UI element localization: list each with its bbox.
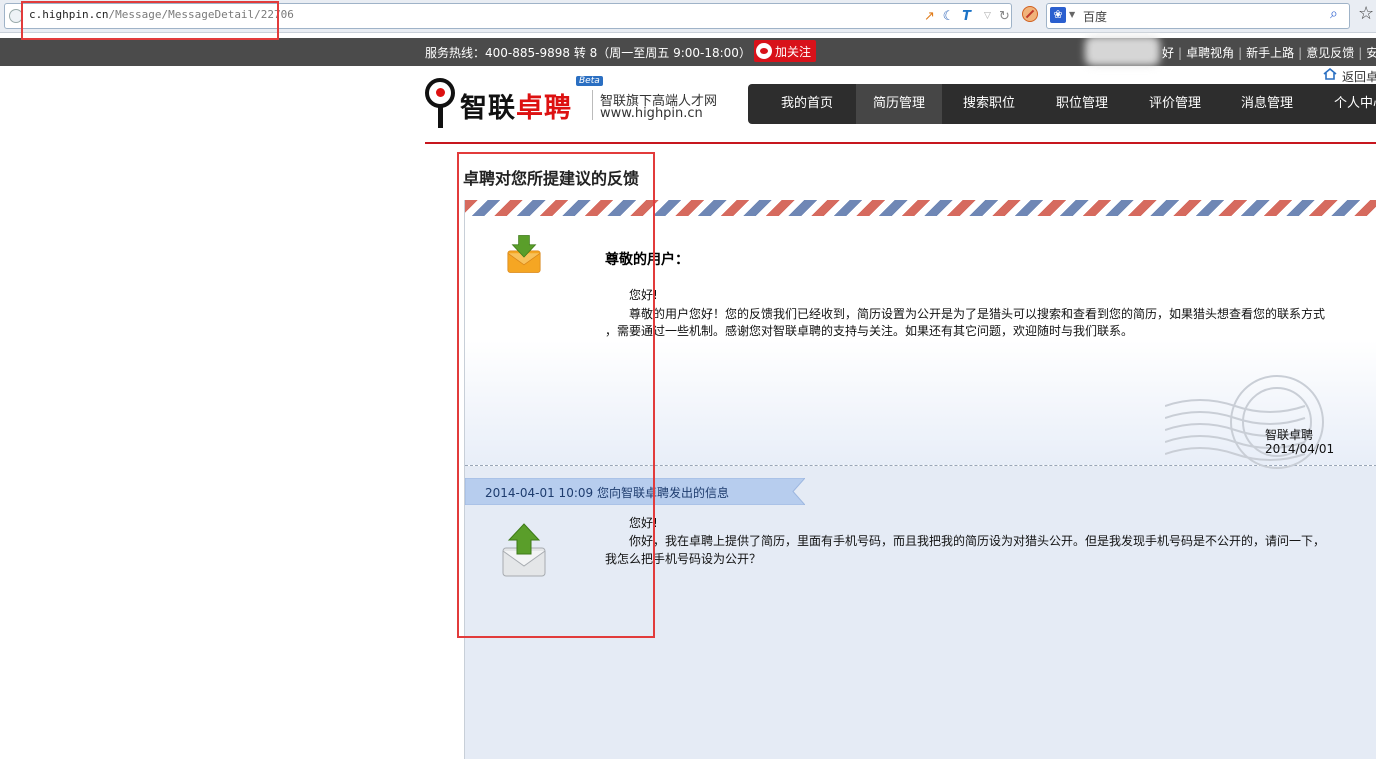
reply-line-1: 尊敬的用户您好！您的反馈我们已经收到，简历设置为公开是为了是猎头可以搜索和查看到… bbox=[629, 307, 1326, 321]
back-home-label: 返回卓 bbox=[1342, 70, 1376, 84]
weather-icon[interactable]: ↗ bbox=[922, 9, 937, 24]
search-box[interactable]: ❀ ▼ 百度 ⌕ bbox=[1046, 3, 1350, 29]
top-links: 好 | 卓聘视角 | 新手上路 | 意见反馈 | 安 bbox=[1162, 44, 1376, 61]
annotation-box-content bbox=[457, 152, 655, 638]
top-link-feedback[interactable]: 意见反馈 bbox=[1306, 46, 1354, 60]
header-divider bbox=[425, 142, 1376, 144]
reply-signature: 智联卓聘 bbox=[1265, 428, 1314, 442]
reply-date: 2014/04/01 bbox=[1265, 442, 1335, 456]
moon-icon[interactable]: ☾ bbox=[941, 9, 956, 24]
beta-badge: Beta bbox=[576, 76, 603, 86]
top-link-security[interactable]: 安 bbox=[1366, 46, 1376, 60]
logo-text-black: 智联 bbox=[460, 93, 516, 124]
site-logo[interactable]: 智联卓聘 Beta 智联旗下高端人才网 www.highpin.cn bbox=[425, 76, 745, 132]
postmark-stamp bbox=[1165, 375, 1324, 469]
weibo-follow-button[interactable]: 加关注 bbox=[754, 40, 816, 62]
t-icon[interactable]: T bbox=[959, 9, 974, 24]
blurred-username bbox=[1085, 36, 1160, 66]
magnifier-handle bbox=[438, 106, 443, 128]
star-icon[interactable]: ☆ bbox=[1358, 3, 1374, 24]
nav-review-management[interactable]: 评价管理 bbox=[1130, 84, 1220, 124]
nav-resume-management[interactable]: 简历管理 bbox=[856, 84, 942, 124]
magnifier-logo-icon bbox=[425, 78, 455, 108]
top-link-greeting: 好 bbox=[1162, 46, 1175, 60]
nav-search-jobs[interactable]: 搜索职位 bbox=[944, 84, 1034, 124]
top-link-newbie[interactable]: 新手上路 bbox=[1246, 46, 1294, 60]
refresh-icon[interactable]: ↻ bbox=[997, 9, 1012, 24]
site-top-strip: 服务热线：400-885-9898 转 8（周一至周五 9:00-18:00） … bbox=[0, 36, 1376, 66]
nav-job-management[interactable]: 职位管理 bbox=[1036, 84, 1128, 124]
annotation-box-url bbox=[21, 1, 279, 40]
logo-divider bbox=[592, 90, 593, 120]
sent-line-1: 你好，我在卓聘上提供了简历，里面有手机号码，而且我把我的简历设为对猎头公开。但是… bbox=[629, 534, 1326, 548]
home-icon bbox=[1323, 68, 1337, 80]
logo-text-red: 卓聘 bbox=[516, 93, 572, 124]
top-link-perspective[interactable]: 卓聘视角 bbox=[1186, 46, 1234, 60]
engine-dropdown-icon[interactable]: ▼ bbox=[1069, 10, 1075, 19]
weibo-follow-label: 加关注 bbox=[775, 45, 812, 59]
search-icon[interactable]: ⌕ bbox=[1330, 6, 1338, 22]
nav-message-management[interactable]: 消息管理 bbox=[1222, 84, 1312, 124]
baidu-icon[interactable]: ❀ bbox=[1050, 7, 1066, 23]
weibo-icon bbox=[756, 43, 772, 59]
logo-site-url: www.highpin.cn bbox=[600, 106, 703, 121]
logo-text: 智联卓聘 bbox=[460, 86, 572, 125]
search-input[interactable]: 百度 bbox=[1083, 8, 1107, 25]
nav-personal-center[interactable]: 个人中心 bbox=[1314, 84, 1376, 124]
main-nav: 我的首页 简历管理 搜索职位 职位管理 评价管理 消息管理 个人中心 bbox=[748, 84, 1376, 124]
dropdown-icon[interactable]: ▽ bbox=[980, 9, 995, 24]
nav-my-home[interactable]: 我的首页 bbox=[760, 84, 854, 124]
stop-icon[interactable] bbox=[1022, 6, 1038, 22]
hotline-text: 服务热线：400-885-9898 转 8（周一至周五 9:00-18:00） bbox=[425, 46, 751, 60]
reply-line-2: ，需要通过一些机制。感谢您对智联卓聘的支持与关注。如果还有其它问题，欢迎随时与我… bbox=[605, 324, 1134, 338]
